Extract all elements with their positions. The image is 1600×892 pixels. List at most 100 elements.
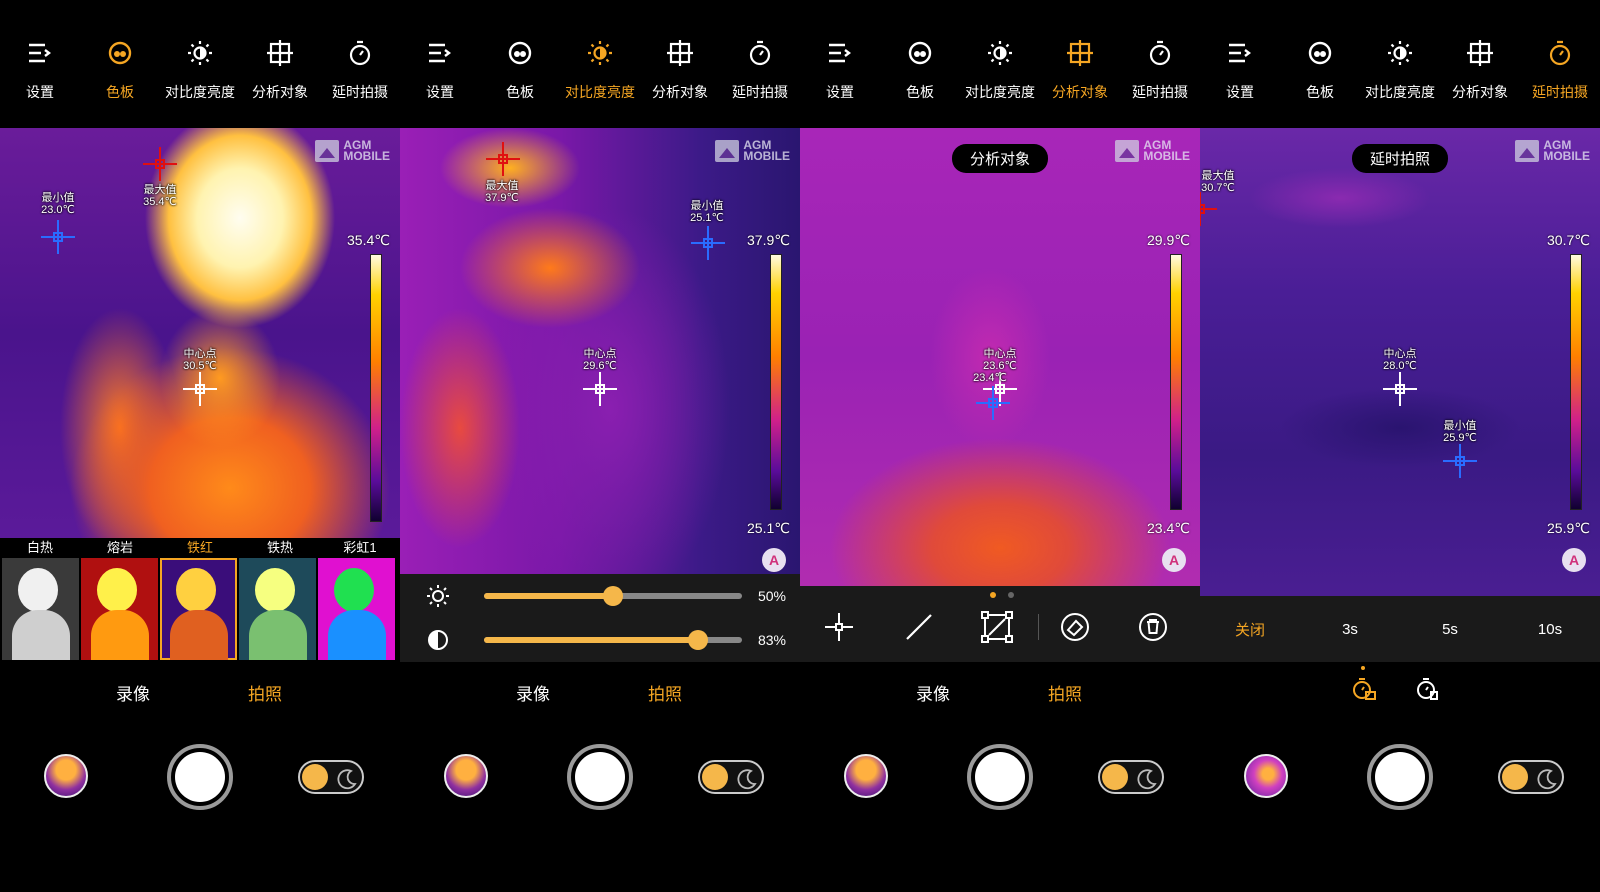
timer-icon (349, 40, 371, 66)
tool-contrast-brightness[interactable]: 对比度亮度 (160, 0, 240, 128)
mode-record[interactable]: 录像 (116, 680, 150, 705)
auto-range-button[interactable]: A (1162, 548, 1186, 572)
agm-logo: AGM MOBILE (1115, 139, 1190, 162)
tool-timer[interactable]: 延时拍摄 (720, 0, 800, 128)
mode-photo[interactable]: 拍照 (1048, 680, 1082, 705)
brightness-knob[interactable] (603, 586, 623, 606)
shutter-button[interactable] (567, 744, 633, 810)
palette-icon (1308, 41, 1332, 65)
tool-timer-label: 延时拍摄 (732, 84, 788, 100)
palette-thumb-white-hot[interactable] (2, 558, 79, 660)
scale-min-label: 25.1℃ (747, 520, 790, 536)
tool-palette[interactable]: 色板 (880, 0, 960, 128)
gallery-thumbnail[interactable] (444, 754, 488, 798)
add-line-icon[interactable] (902, 610, 936, 644)
mode-photo[interactable]: 拍照 (248, 680, 282, 705)
tool-timer-label: 延时拍摄 (1132, 84, 1188, 100)
auto-range-button[interactable]: A (762, 548, 786, 572)
thermometer-icon (1502, 764, 1528, 790)
palette-thumb-rainbow[interactable] (318, 558, 395, 660)
tool-analysis[interactable]: 分析对象 (240, 0, 320, 128)
moon-icon (337, 769, 357, 790)
tool-contrast-brightness[interactable]: 对比度亮度 (960, 0, 1040, 128)
contrast-value: 83% (757, 632, 786, 648)
tool-contrast-brightness[interactable]: 对比度亮度 (560, 0, 640, 128)
contrast-knob[interactable] (688, 630, 709, 650)
tool-timer[interactable]: 延时拍摄 (1520, 0, 1600, 128)
mode-chip: 延时拍照 (1351, 144, 1449, 173)
tool-analysis[interactable]: 分析对象 (1440, 0, 1520, 128)
scale-min-label: 25.9℃ (1547, 520, 1590, 536)
delay-10s[interactable]: 10s (1500, 621, 1600, 638)
tool-analysis[interactable]: 分析对象 (640, 0, 720, 128)
temperature-scale-bar (1570, 254, 1582, 510)
gallery-thumbnail[interactable] (844, 754, 888, 798)
tool-settings[interactable]: 设置 (1200, 0, 1280, 128)
timer-video-icon[interactable] (1415, 676, 1441, 702)
palette-name-iron-red[interactable]: 铁红 (160, 538, 240, 558)
brightness-slider[interactable] (484, 586, 742, 606)
shutter-button[interactable] (167, 744, 233, 810)
tool-settings[interactable]: 设置 (800, 0, 880, 128)
min-marker-label: 最小值 25.9℃ (1443, 420, 1477, 444)
panel-timer: 设置 色板 对比度亮度 分析对象 延时拍摄 延时拍照 AGM MOBILE 最大… (1200, 0, 1600, 892)
tool-contrast-label: 对比度亮度 (565, 84, 635, 100)
palette-name-white-hot[interactable]: 白热 (0, 538, 80, 558)
palette-icon (908, 41, 932, 65)
palette-name-rainbow[interactable]: 彩虹1 (320, 538, 400, 558)
temperature-scale-bar (370, 254, 382, 522)
gallery-thumbnail[interactable] (44, 754, 88, 798)
day-night-toggle[interactable] (1098, 760, 1164, 794)
tool-timer-label: 延时拍摄 (332, 84, 388, 100)
mode-record[interactable]: 录像 (916, 680, 950, 705)
tool-palette[interactable]: 色板 (480, 0, 560, 128)
day-night-toggle[interactable] (298, 760, 364, 794)
delay-off[interactable]: 关闭 (1200, 619, 1300, 640)
contrast-icon (428, 630, 448, 650)
thermal-view[interactable]: AGM MOBILE 最小值 23.0℃ 最大值 35.4℃ 中心点 30.5℃ 35.… (0, 128, 400, 538)
add-box-icon[interactable] (980, 610, 1014, 644)
delay-3s[interactable]: 3s (1300, 621, 1400, 638)
thermal-view[interactable]: 分析对象 AGM MOBILE 中心点 23.6℃ 23.4℃ 29.9℃ 23.4… (800, 128, 1200, 586)
tool-settings[interactable]: 设置 (400, 0, 480, 128)
day-night-toggle[interactable] (698, 760, 764, 794)
palette-thumb-iron-red[interactable] (160, 558, 237, 660)
brightness-icon (427, 585, 449, 607)
tool-timer[interactable]: 延时拍摄 (320, 0, 400, 128)
center-crosshair (1383, 372, 1417, 406)
tool-settings[interactable]: 设置 (0, 0, 80, 128)
add-point-icon[interactable] (822, 610, 856, 644)
tool-settings-label: 设置 (26, 84, 54, 100)
palette-name-lava[interactable]: 熔岩 (80, 538, 160, 558)
thermal-view[interactable]: AGM MOBILE 最大值 37.9℃ 最小值 25.1℃ 中心点 29.6℃ 37.… (400, 128, 800, 574)
auto-range-button[interactable]: A (1562, 548, 1586, 572)
thermal-view[interactable]: 延时拍照 AGM MOBILE 最大值 30.7℃ 中心点 28.0℃ 最小值 25.9… (1200, 128, 1600, 596)
brightness-value: 50% (757, 588, 786, 604)
mode-record[interactable]: 录像 (516, 680, 550, 705)
max-marker-label: 最大值 30.7℃ (1201, 170, 1235, 194)
palette-thumb-iron-hot[interactable] (239, 558, 316, 660)
palette-name-iron-hot[interactable]: 铁热 (240, 538, 320, 558)
palette-thumb-lava[interactable] (81, 558, 158, 660)
scale-min-label: 23.4℃ (1147, 520, 1190, 536)
timer-icon (1549, 40, 1571, 66)
min-crosshair (41, 220, 75, 254)
mode-photo[interactable]: 拍照 (648, 680, 682, 705)
tool-timer[interactable]: 延时拍摄 (1120, 0, 1200, 128)
shutter-button[interactable] (967, 744, 1033, 810)
tool-analysis[interactable]: 分析对象 (1040, 0, 1120, 128)
center-marker-label: 中心点 28.0℃ (1383, 348, 1417, 372)
tool-palette[interactable]: 色板 (80, 0, 160, 128)
contrast-slider[interactable] (484, 630, 742, 650)
delete-icon[interactable] (1136, 610, 1170, 644)
min-crosshair (976, 386, 1010, 420)
timer-photo-icon[interactable] (1351, 676, 1377, 702)
gallery-thumbnail[interactable] (1244, 754, 1288, 798)
tool-contrast-brightness[interactable]: 对比度亮度 (1360, 0, 1440, 128)
tool-palette[interactable]: 色板 (1280, 0, 1360, 128)
eraser-icon[interactable] (1058, 610, 1092, 644)
delay-5s[interactable]: 5s (1400, 621, 1500, 638)
day-night-toggle[interactable] (1498, 760, 1564, 794)
agm-logo: AGM MOBILE (1515, 139, 1590, 162)
shutter-button[interactable] (1367, 744, 1433, 810)
